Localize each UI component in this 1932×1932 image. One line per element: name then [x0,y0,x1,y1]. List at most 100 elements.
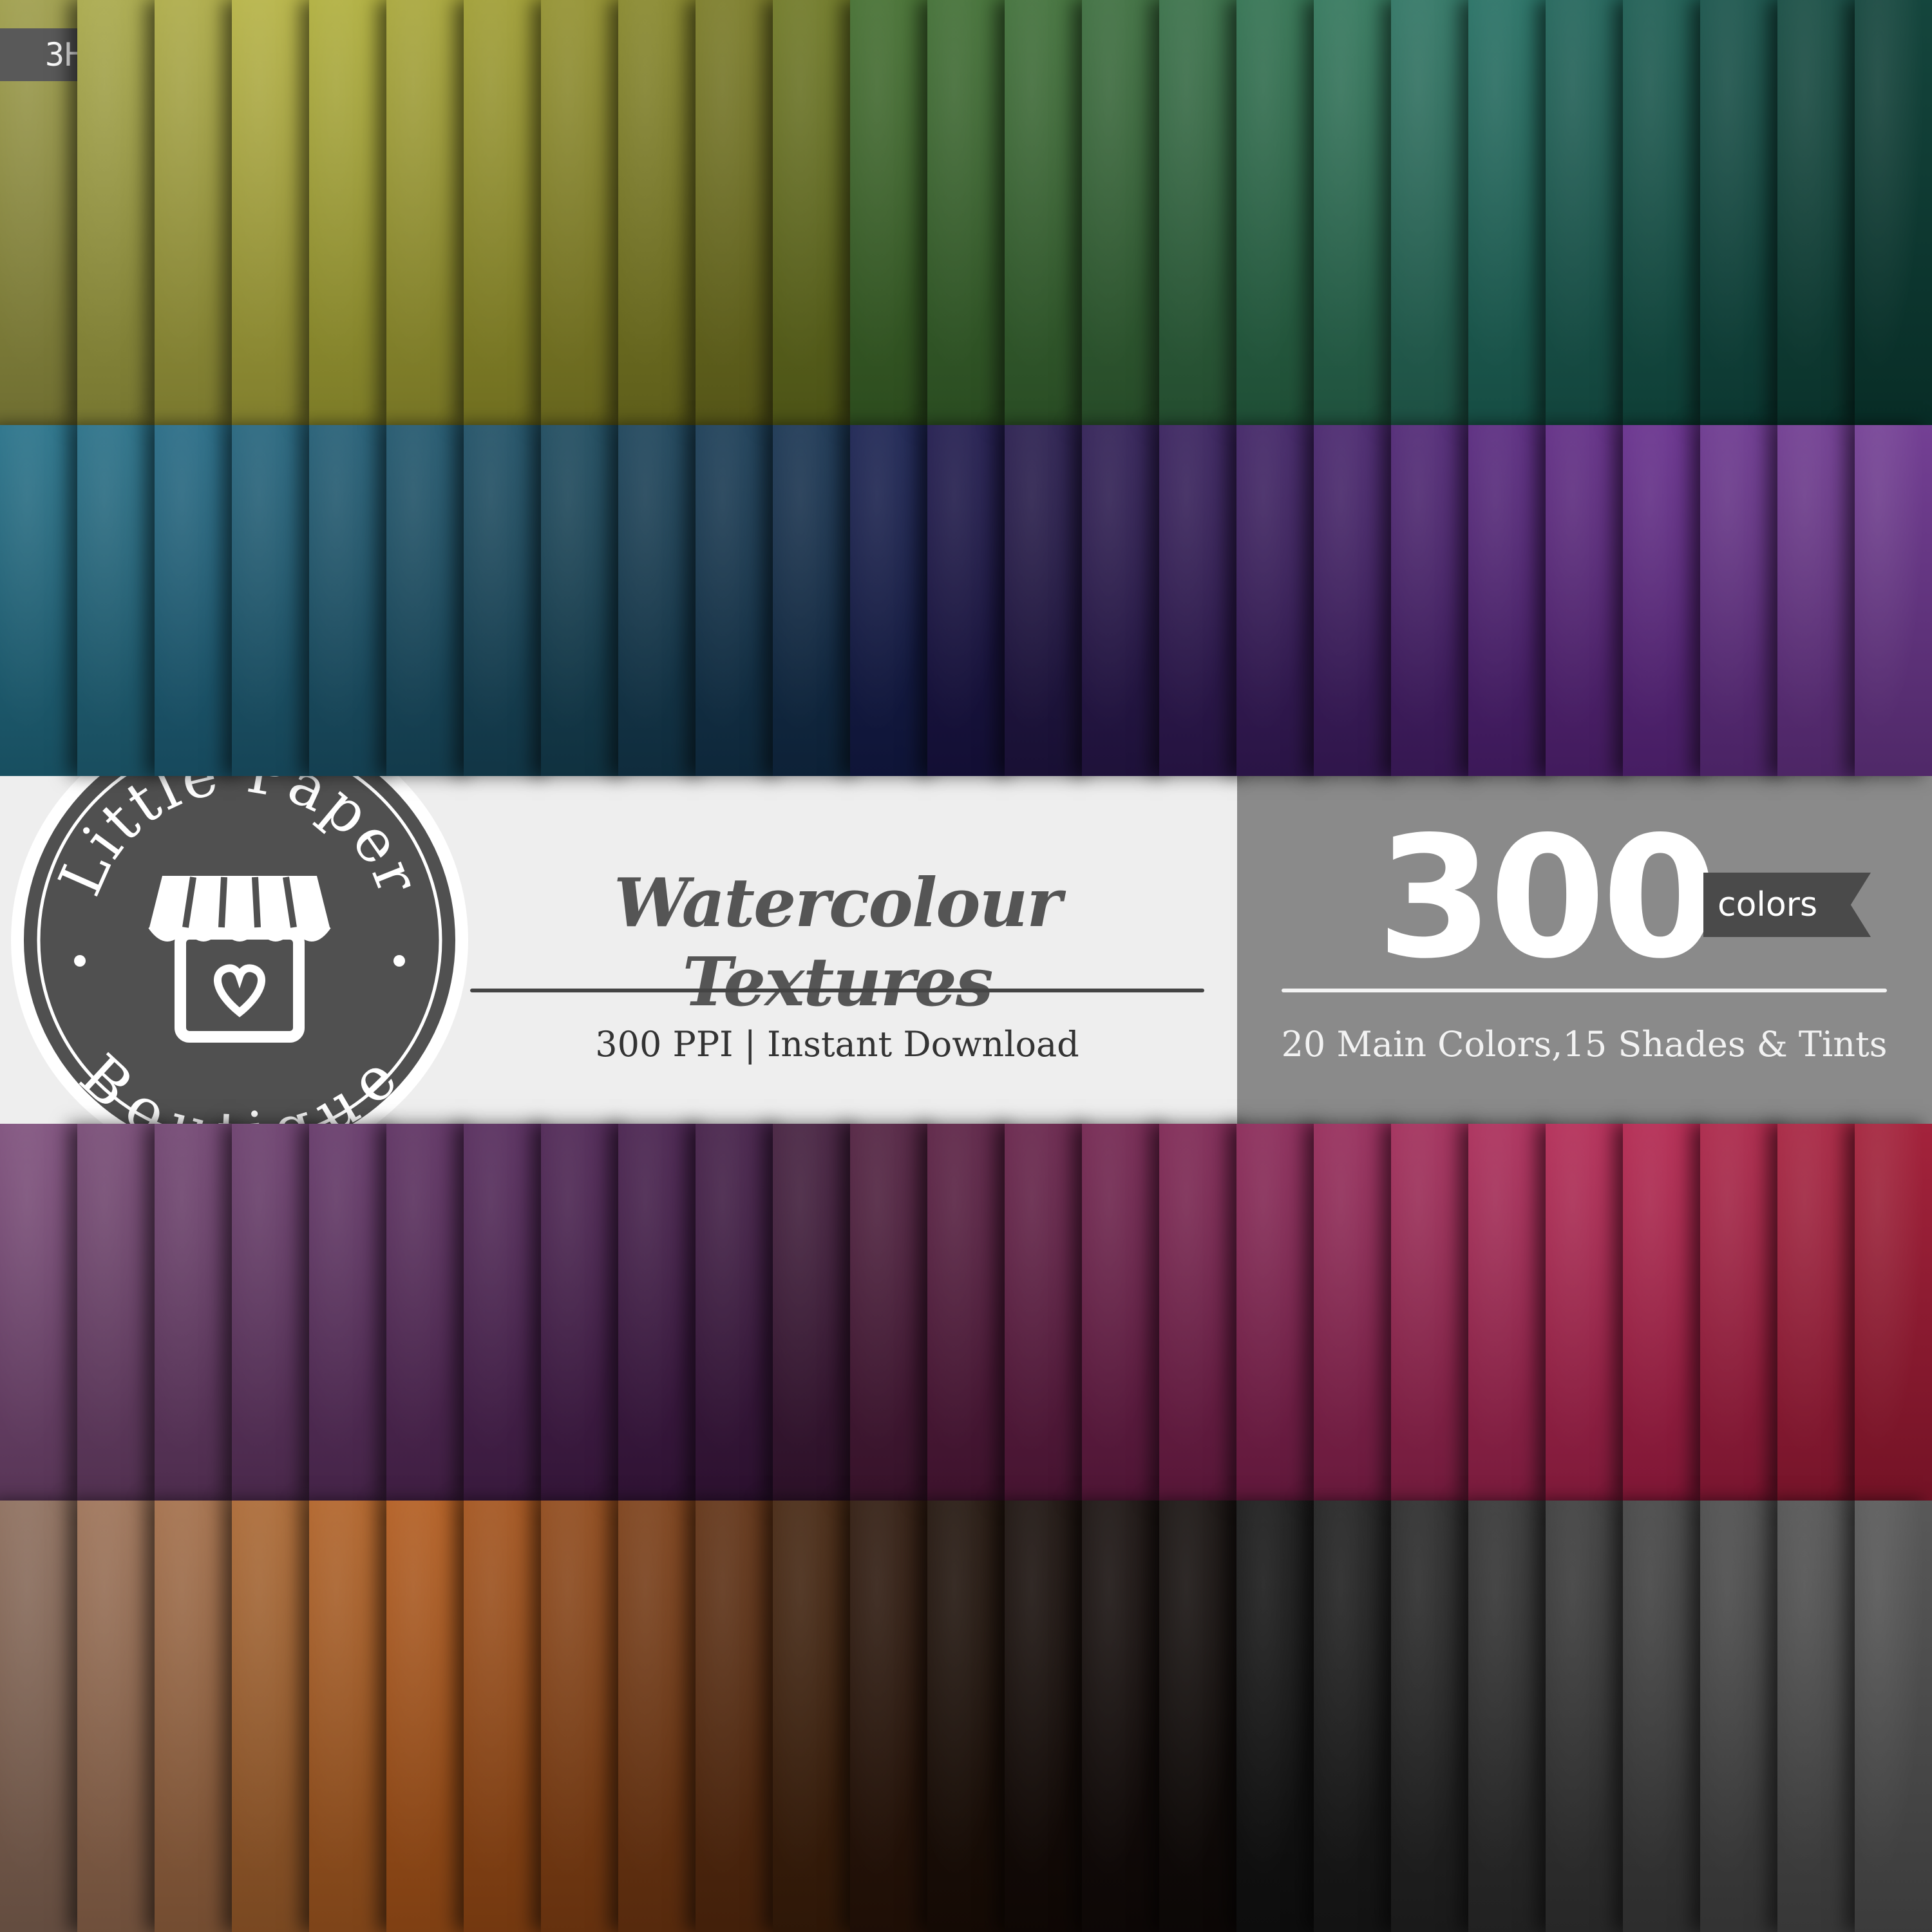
texture-swatch [618,1124,708,1501]
texture-swatch [773,1501,863,1932]
texture-swatch [541,1501,631,1932]
texture-swatch [1777,1501,1868,1932]
texture-swatch [1082,1501,1172,1932]
texture-swatch [1623,425,1713,776]
texture-swatch [386,0,477,425]
texture-swatch [1391,425,1481,776]
texture-swatch [77,0,167,425]
texture-swatch [464,425,554,776]
texture-swatch [850,1124,940,1501]
texture-swatch [464,0,554,425]
texture-swatch [155,425,245,776]
product-title: Watercolour Textures [613,863,1062,1021]
texture-swatch [386,1501,477,1932]
texture-swatch [1855,1501,1932,1932]
texture-swatch [1082,0,1172,425]
texture-swatch [696,425,786,776]
texture-swatch [1391,1501,1481,1932]
texture-swatch [309,1124,399,1501]
texture-swatch [0,1501,90,1932]
shop-logo-badge: Little·Paper Boutique [11,712,468,1170]
texture-swatch [927,1124,1018,1501]
texture-swatch [773,1124,863,1501]
swatch-row [0,1501,1932,1932]
texture-swatch [309,425,399,776]
texture-swatch [77,1124,167,1501]
texture-swatch [1546,0,1636,425]
texture-swatch [1005,1124,1095,1501]
texture-swatch [927,0,1018,425]
texture-swatch [1314,1501,1404,1932]
texture-swatch [927,1501,1018,1932]
texture-swatch [1700,0,1790,425]
texture-swatch [850,0,940,425]
texture-swatch [1159,1124,1249,1501]
texture-swatch [618,1501,708,1932]
swatch-row [0,425,1932,776]
texture-swatch [1391,0,1481,425]
texture-swatch [1236,1124,1327,1501]
texture-swatch [1855,1124,1932,1501]
texture-swatch [309,0,399,425]
texture-swatch [1546,425,1636,776]
texture-swatch [850,425,940,776]
texture-swatch [1777,425,1868,776]
texture-swatch [1623,0,1713,425]
texture-swatch [1082,1124,1172,1501]
texture-swatch [1700,425,1790,776]
texture-swatch [696,1501,786,1932]
texture-swatch [1546,1501,1636,1932]
color-count-details: 20 Main Colors,15 Shades & Tints [1281,1024,1888,1065]
texture-swatch [1314,425,1404,776]
texture-swatch [1314,0,1404,425]
swatch-row [0,0,1932,425]
count-divider [1282,989,1887,992]
texture-swatch [386,1124,477,1501]
texture-swatch [1700,1124,1790,1501]
texture-swatch [1468,1501,1558,1932]
texture-swatch [1468,1124,1558,1501]
texture-swatch [464,1501,554,1932]
texture-swatch [464,1124,554,1501]
texture-swatch [1005,0,1095,425]
texture-swatch [155,1501,245,1932]
texture-swatch [1623,1124,1713,1501]
texture-swatch [850,1501,940,1932]
texture-swatch [232,1124,322,1501]
texture-swatch [541,1124,631,1501]
swatch-row [0,1124,1932,1501]
texture-swatch [1777,0,1868,425]
texture-swatch [232,425,322,776]
texture-swatch [1700,1501,1790,1932]
texture-swatch [1005,425,1095,776]
logo-dot-right [393,955,405,967]
texture-swatch [696,1124,786,1501]
texture-swatch [1468,425,1558,776]
texture-swatch [773,0,863,425]
texture-swatch [1546,1124,1636,1501]
texture-swatch [1159,1501,1249,1932]
color-count-unit-ribbon: colors [1703,873,1871,937]
texture-swatch [1236,425,1327,776]
texture-swatch [155,0,245,425]
texture-swatch [541,425,631,776]
texture-swatch [309,1501,399,1932]
product-cover: 3H005 Watercolour Textures 300 PPI | Ins… [0,0,1932,1932]
texture-swatch [1391,1124,1481,1501]
texture-swatch [386,425,477,776]
texture-swatch [1777,1124,1868,1501]
texture-swatch [1623,1501,1713,1932]
texture-swatch [1005,1501,1095,1932]
texture-swatch [1159,425,1249,776]
texture-swatch [927,425,1018,776]
texture-swatch [232,0,322,425]
texture-swatch [232,1501,322,1932]
texture-swatch [541,0,631,425]
texture-swatch [77,425,167,776]
texture-swatch [1236,0,1327,425]
texture-swatch [1159,0,1249,425]
texture-swatch [1855,425,1932,776]
texture-swatch [1236,1501,1327,1932]
texture-swatch [0,1124,90,1501]
texture-swatch [618,425,708,776]
